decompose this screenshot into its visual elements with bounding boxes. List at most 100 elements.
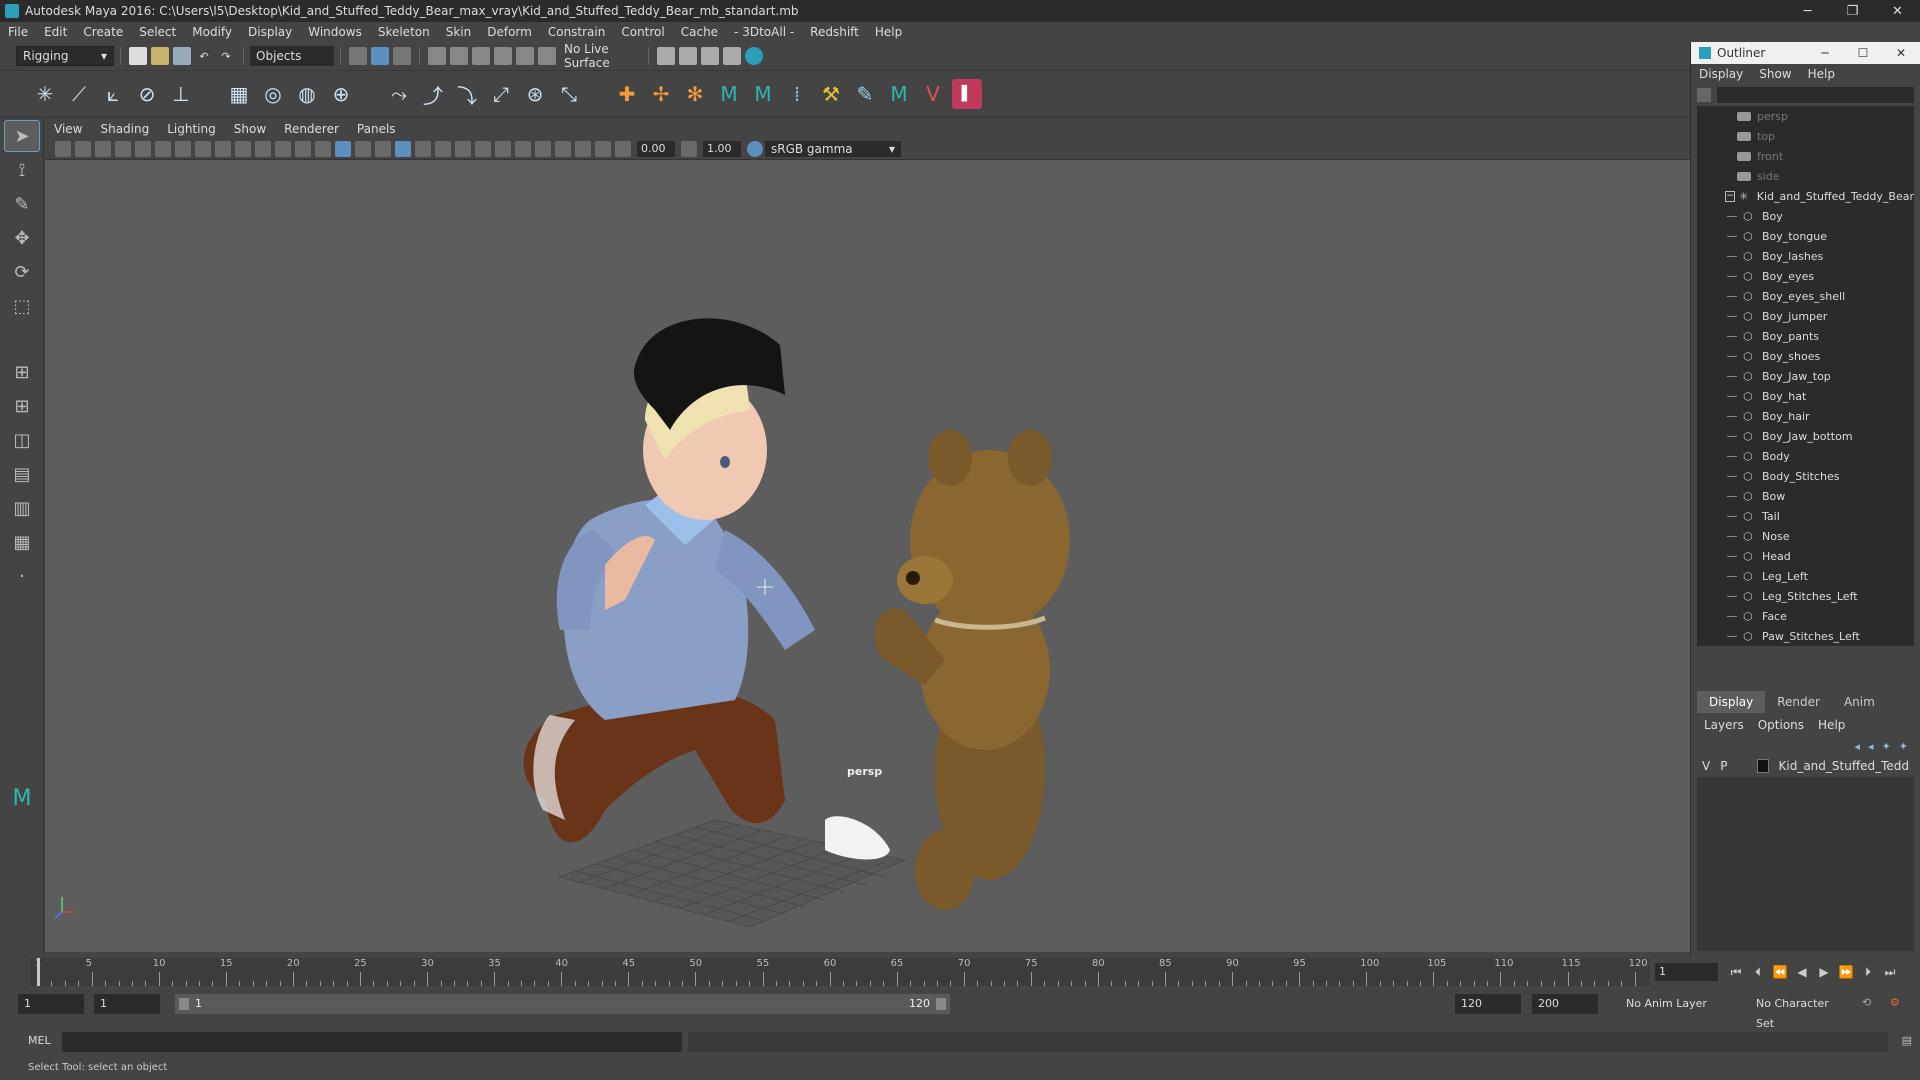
layer-menu-layers[interactable]: Layers: [1697, 718, 1751, 732]
outliner-item[interactable]: ⬡ Leg_Stitches_Left: [1697, 586, 1914, 606]
menu-constrain[interactable]: Constrain: [540, 22, 614, 42]
shelf-m-icon[interactable]: M: [884, 79, 914, 109]
safe-title-icon[interactable]: [295, 140, 311, 157]
select-object-icon[interactable]: [371, 47, 389, 65]
aim-constraint-icon[interactable]: ✢: [646, 79, 676, 109]
viewport-menu-shading[interactable]: Shading: [91, 120, 158, 138]
menu-display[interactable]: Display: [240, 22, 300, 42]
gate-mask-icon[interactable]: [235, 140, 251, 157]
outliner-camera-item[interactable]: top: [1697, 126, 1914, 146]
outliner-item[interactable]: ⬡ Boy_Jaw_top: [1697, 366, 1914, 386]
new-layer-icon[interactable]: ✦: [1899, 740, 1908, 753]
outliner-item[interactable]: ⬡ Nose: [1697, 526, 1914, 546]
time-slider[interactable]: 1510152025303540455055606570758085909510…: [0, 955, 1920, 988]
lasso-tool-icon[interactable]: ⟟: [4, 154, 40, 186]
outliner-item[interactable]: ⬡ Tail: [1697, 506, 1914, 526]
menu-deform[interactable]: Deform: [479, 22, 540, 42]
ik-handle-icon[interactable]: ⟋: [64, 79, 94, 109]
animation-end-field[interactable]: 200: [1532, 994, 1598, 1014]
viewport-menu-panels[interactable]: Panels: [348, 120, 405, 138]
render-stats-icon[interactable]: ▌: [952, 79, 982, 109]
point-constraint-icon[interactable]: ✚: [612, 79, 642, 109]
color-management-icon[interactable]: [747, 140, 763, 157]
menu-set-dropdown[interactable]: Rigging ▾: [16, 46, 114, 66]
2d-pan-zoom-icon[interactable]: [135, 140, 151, 157]
outliner-item[interactable]: ⬡ Boy_hair: [1697, 406, 1914, 426]
film-gate-icon[interactable]: [195, 140, 211, 157]
single-pane-layout-icon[interactable]: ⊞: [4, 356, 40, 388]
xray-active-icon[interactable]: [575, 140, 591, 157]
more-layouts-icon[interactable]: ·: [4, 560, 40, 592]
menu-redshift[interactable]: Redshift: [802, 22, 867, 42]
outliner-item[interactable]: ⬡ Face: [1697, 606, 1914, 626]
orient-joint-icon[interactable]: ⊥: [166, 79, 196, 109]
scale-tool-icon[interactable]: ⬚: [4, 290, 40, 322]
anim-layer-dropdown[interactable]: No Anim Layer: [1620, 994, 1738, 1014]
go-to-end-icon[interactable]: ⏭: [1879, 963, 1901, 981]
character-set-dropdown[interactable]: No Character Set: [1750, 994, 1850, 1030]
save-scene-icon[interactable]: [173, 47, 191, 65]
outliner-item[interactable]: ⬡ Boy_eyes: [1697, 266, 1914, 286]
step-forward-key-icon[interactable]: ⏵: [1857, 963, 1879, 981]
layer-menu-help[interactable]: Help: [1811, 718, 1852, 732]
cluster-icon[interactable]: ◎: [258, 79, 288, 109]
menu-create[interactable]: Create: [75, 22, 131, 42]
range-end-handle[interactable]: [936, 998, 946, 1010]
selection-mode-dropdown[interactable]: Objects: [250, 46, 334, 66]
bookmark-icon[interactable]: [95, 140, 111, 157]
play-backward-icon[interactable]: ◀: [1791, 963, 1813, 981]
use-default-material-icon[interactable]: [355, 140, 371, 157]
exposure-icon[interactable]: [615, 140, 631, 157]
screen-space-ao-icon[interactable]: [455, 140, 471, 157]
menu-edit[interactable]: Edit: [36, 22, 75, 42]
grid-icon[interactable]: [175, 140, 191, 157]
outliner-camera-item[interactable]: front: [1697, 146, 1914, 166]
layer-playback-toggle[interactable]: P: [1720, 759, 1727, 773]
auto-key-icon[interactable]: ⟲: [1862, 996, 1871, 1009]
safe-action-icon[interactable]: [275, 140, 291, 157]
move-tool-icon[interactable]: ✥: [4, 222, 40, 254]
shelf-options-icon[interactable]: [0, 74, 28, 114]
open-scene-icon[interactable]: [151, 47, 169, 65]
range-slider[interactable]: 1 120: [175, 994, 950, 1014]
wrap-icon[interactable]: ⊕: [326, 79, 356, 109]
viewport-menu-renderer[interactable]: Renderer: [275, 120, 348, 138]
script-editor-icon[interactable]: ▤: [1902, 1034, 1912, 1047]
maximize-icon[interactable]: ☐: [1844, 42, 1882, 64]
time-slider-track[interactable]: 1510152025303540455055606570758085909510…: [30, 958, 1650, 986]
command-input[interactable]: [62, 1032, 682, 1052]
use-all-lights-icon[interactable]: [415, 140, 431, 157]
multisample-aa-icon[interactable]: [495, 140, 511, 157]
current-frame-field[interactable]: 1: [1655, 963, 1718, 981]
custom-layout-icon[interactable]: ▦: [4, 526, 40, 558]
3dtoall-icon[interactable]: M: [714, 79, 744, 109]
viewport-panel[interactable]: View Shading Lighting Show Renderer Pane…: [45, 120, 1690, 952]
color-space-dropdown[interactable]: sRGB gamma ▾: [765, 140, 901, 157]
outliner-menu-help[interactable]: Help: [1800, 67, 1843, 81]
history-icon[interactable]: [538, 47, 556, 65]
snap-point-icon[interactable]: [472, 47, 490, 65]
layer-color-swatch[interactable]: [1756, 759, 1769, 773]
outliner-item[interactable]: ⬡ Boy_tongue: [1697, 226, 1914, 246]
step-back-frame-icon[interactable]: ⏪: [1769, 963, 1791, 981]
outliner-item[interactable]: ⬡ Boy_jumper: [1697, 306, 1914, 326]
step-forward-frame-icon[interactable]: ⏩: [1835, 963, 1857, 981]
viewport-menu-view[interactable]: View: [45, 120, 91, 138]
detach-skin-icon[interactable]: ⤵: [452, 79, 482, 109]
motion-blur-icon[interactable]: [475, 140, 491, 157]
wireframe-icon[interactable]: [315, 140, 331, 157]
3dtoall-export-icon[interactable]: M: [748, 79, 778, 109]
four-pane-layout-icon[interactable]: ⊞: [4, 390, 40, 422]
menu-modify[interactable]: Modify: [184, 22, 240, 42]
xray-icon[interactable]: [555, 140, 571, 157]
paint-tool-icon[interactable]: ✎: [850, 79, 880, 109]
menu-file[interactable]: File: [0, 22, 36, 42]
script-language-label[interactable]: MEL: [28, 1034, 51, 1047]
shadows-icon[interactable]: [435, 140, 451, 157]
move-layer-down-icon[interactable]: ◂: [1868, 740, 1874, 753]
viewport-menu-show[interactable]: Show: [225, 120, 275, 138]
graph-layout-icon[interactable]: ▥: [4, 492, 40, 524]
outliner-item[interactable]: ⬡ Boy_hat: [1697, 386, 1914, 406]
mirror-weights-icon[interactable]: ⤢: [486, 79, 516, 109]
menu-windows[interactable]: Windows: [300, 22, 370, 42]
